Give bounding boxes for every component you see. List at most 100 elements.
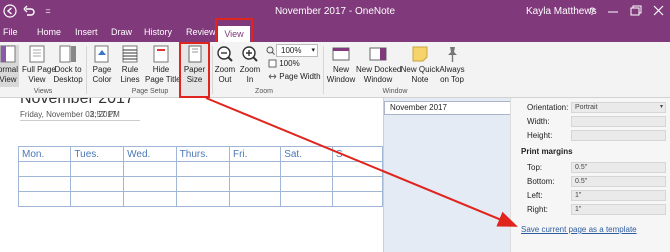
zoom-in-button[interactable]: Zoom In — [238, 45, 262, 85]
calendar-cell[interactable] — [228, 176, 282, 192]
dock-to-desktop-button[interactable]: Dock to Desktop — [53, 45, 83, 85]
page-canvas[interactable]: November 2017 Friday, November 03, 2017 … — [0, 98, 383, 252]
calendar-header-cell[interactable]: Thurs. — [175, 146, 230, 162]
zoom-level-value: 100% — [281, 46, 302, 55]
new-quick-note-label: New Quick Note — [400, 65, 440, 84]
save-as-template-link[interactable]: Save current page as a template — [521, 225, 637, 234]
height-field[interactable] — [571, 130, 666, 141]
always-on-top-button[interactable]: Always on Top — [439, 45, 465, 85]
calendar-cell[interactable] — [17, 176, 72, 192]
calendar-cell[interactable] — [70, 176, 125, 192]
tab-home[interactable]: Home — [37, 27, 61, 37]
paper-size-label: Paper Size — [183, 65, 206, 84]
views-group-label: Views — [33, 88, 53, 95]
margin-top-field[interactable]: 0.5" — [571, 162, 666, 173]
calendar-cell[interactable] — [70, 161, 125, 177]
new-docked-window-button[interactable]: New Docked Window — [356, 45, 401, 85]
width-label: Width: — [527, 117, 550, 126]
tab-file[interactable]: File — [3, 27, 18, 37]
calendar-cell[interactable] — [175, 161, 230, 177]
calendar-cell[interactable] — [228, 161, 282, 177]
help-icon[interactable]: ? — [583, 3, 601, 19]
calendar-cell[interactable] — [331, 161, 383, 177]
normal-view-icon — [0, 45, 16, 63]
new-quick-note-button[interactable]: New Quick Note — [400, 45, 440, 85]
margin-bottom-field[interactable]: 0.5" — [571, 176, 666, 187]
normal-view-label: ormal View — [0, 65, 18, 84]
rule-lines-label: Rule Lines — [120, 65, 140, 84]
new-window-icon — [332, 47, 350, 61]
calendar-header-row: Mon. Tues. Wed. Thurs. Fri. Sat. S — [17, 146, 383, 162]
paper-size-icon — [188, 45, 201, 63]
calendar-cell[interactable] — [280, 191, 333, 207]
tab-draw[interactable]: Draw — [111, 27, 132, 37]
chevron-down-icon: ▾ — [659, 104, 663, 110]
full-page-view-button[interactable]: Full Page View — [22, 45, 56, 85]
paper-size-pane: Orientation: Portrait ▾ Width: Height: P… — [510, 98, 670, 252]
full-page-view-icon — [29, 45, 45, 63]
orientation-value: Portrait — [575, 104, 598, 111]
page-list-pane: November 2017 — [383, 98, 511, 252]
group-divider — [86, 46, 87, 94]
calendar-cell[interactable] — [17, 191, 72, 207]
calendar-table[interactable]: Mon. Tues. Wed. Thurs. Fri. Sat. S — [17, 146, 383, 207]
calendar-header-cell[interactable]: S — [331, 146, 383, 162]
zoom-in-label: Zoom In — [239, 65, 261, 84]
calendar-cell[interactable] — [228, 191, 282, 207]
calendar-cell[interactable] — [70, 191, 125, 207]
calendar-cell[interactable] — [17, 161, 72, 177]
page-color-label: Page Color — [92, 65, 112, 84]
paper-size-button[interactable]: Paper Size — [181, 45, 208, 85]
hide-page-title-button[interactable]: Hide Page Title — [145, 45, 181, 85]
chevron-down-icon: ▾ — [311, 47, 315, 54]
page-width-button[interactable]: Page Width — [268, 72, 321, 81]
calendar-cell[interactable] — [123, 161, 177, 177]
calendar-cell[interactable] — [123, 191, 177, 207]
zoom-out-label: Zoom Out — [214, 65, 236, 84]
width-field[interactable] — [571, 116, 666, 127]
zoom-out-icon — [217, 46, 233, 62]
normal-view-button[interactable]: ormal View — [0, 45, 19, 87]
margin-left-field[interactable]: 1" — [571, 190, 666, 201]
orientation-select[interactable]: Portrait ▾ — [571, 102, 666, 113]
hide-page-title-icon — [153, 45, 169, 63]
margin-bottom-label: Bottom: — [527, 177, 555, 186]
tab-review[interactable]: Review — [186, 27, 216, 37]
new-window-button[interactable]: New Window — [326, 45, 356, 85]
calendar-cell[interactable] — [331, 191, 383, 207]
calendar-header-cell[interactable]: Wed. — [123, 146, 177, 162]
rule-lines-icon — [122, 45, 138, 63]
page-color-button[interactable]: Page Color — [88, 45, 116, 85]
calendar-cell[interactable] — [280, 176, 333, 192]
calendar-cell[interactable] — [123, 176, 177, 192]
zoom-group-label: Zoom — [255, 88, 273, 95]
rule-lines-button[interactable]: Rule Lines — [116, 45, 144, 85]
dock-to-desktop-label: Dock to Desktop — [53, 65, 83, 84]
group-divider — [323, 46, 324, 94]
tab-insert[interactable]: Insert — [75, 27, 98, 37]
calendar-cell[interactable] — [175, 191, 230, 207]
zoom-level-dropdown[interactable]: 100% ▾ — [276, 44, 318, 57]
close-icon[interactable] — [650, 3, 668, 19]
margin-right-value: 1" — [575, 206, 582, 213]
zoom-out-button[interactable]: Zoom Out — [214, 45, 236, 85]
magnifier-small-icon — [266, 46, 275, 55]
page-time: 2:57 PM — [90, 110, 120, 119]
restore-icon[interactable] — [627, 3, 645, 19]
calendar-header-cell[interactable]: Mon. — [17, 146, 72, 162]
calendar-cell[interactable] — [175, 176, 230, 192]
tab-history[interactable]: History — [144, 27, 172, 37]
zoom-in-icon — [242, 46, 258, 62]
zoom-100-button[interactable]: 100% — [268, 59, 300, 68]
full-page-view-label: Full Page View — [22, 65, 56, 84]
minimize-icon[interactable] — [604, 3, 622, 19]
print-margins-heading: Print margins — [521, 147, 573, 156]
calendar-header-cell[interactable]: Fri. — [228, 146, 282, 162]
page-width-icon — [268, 74, 277, 80]
calendar-header-cell[interactable]: Sat. — [280, 146, 333, 162]
margin-right-field[interactable]: 1" — [571, 204, 666, 215]
calendar-header-cell[interactable]: Tues. — [70, 146, 125, 162]
calendar-cell[interactable] — [280, 161, 333, 177]
page-title[interactable]: November 2017 — [20, 98, 134, 108]
calendar-cell[interactable] — [331, 176, 383, 192]
